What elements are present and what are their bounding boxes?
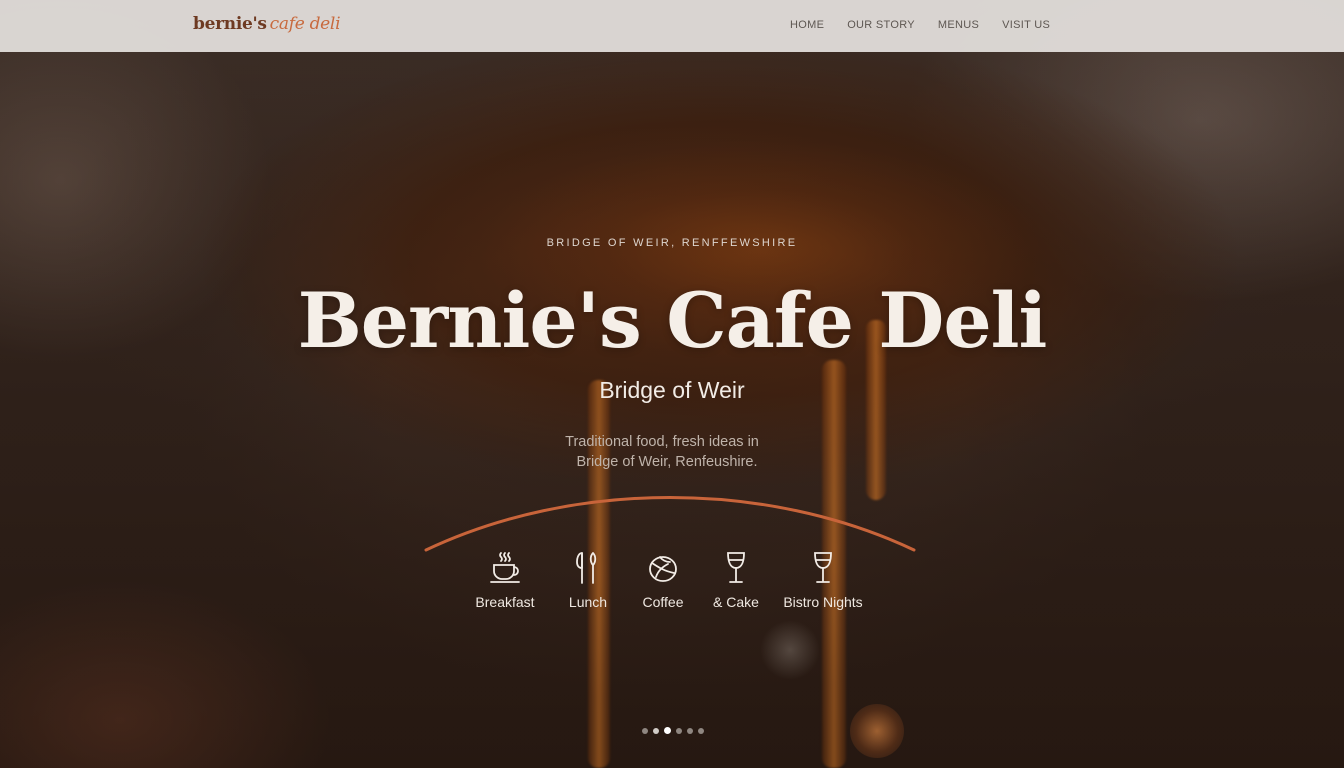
decorative-arc xyxy=(424,496,916,552)
carousel-dot[interactable] xyxy=(687,727,693,734)
carousel-dot[interactable] xyxy=(698,727,704,734)
carousel-dots xyxy=(642,727,704,734)
service-breakfast[interactable]: Breakfast xyxy=(465,550,545,610)
service-coffee-label: Coffee xyxy=(642,594,684,610)
wine-glass-icon xyxy=(814,552,832,583)
coffee-bean-icon xyxy=(649,556,677,582)
carousel-dot-active[interactable] xyxy=(664,727,671,734)
service-cake[interactable]: & Cake xyxy=(706,550,766,610)
service-bistro-nights-label: Bistro Nights xyxy=(783,594,863,610)
service-coffee[interactable]: Coffee xyxy=(633,550,693,610)
carousel-dot[interactable] xyxy=(653,727,659,734)
service-lunch[interactable]: Lunch xyxy=(558,550,618,610)
hero-title: Bernie's Cafe Deli xyxy=(297,276,1048,365)
carousel-dot[interactable] xyxy=(642,727,648,734)
hero-location-eyebrow: BRIDGE OF WEIR, RENFFEWSHIRE xyxy=(546,237,798,249)
service-cake-label: & Cake xyxy=(713,594,759,610)
carousel-dot[interactable] xyxy=(676,727,682,734)
tagline-line-2: Bridge of Weir, Renfeushire. xyxy=(576,454,758,470)
wine-glass-icon xyxy=(727,552,745,583)
hero-section: BRIDGE OF WEIR, RENFFEWSHIRE Bernie's Ca… xyxy=(0,0,1344,768)
cutlery-icon xyxy=(576,552,597,584)
services-list: Breakfast Lunch Coffee & Cake Bistro Nig… xyxy=(0,550,1344,620)
hero-tagline: Traditional food, fresh ideas in Bridge … xyxy=(0,432,1344,472)
coffee-cup-icon xyxy=(490,552,520,583)
service-breakfast-label: Breakfast xyxy=(475,594,535,610)
hero-subtitle: Bridge of Weir xyxy=(599,377,745,403)
service-lunch-label: Lunch xyxy=(568,594,608,610)
tagline-line-1: Traditional food, fresh ideas in xyxy=(565,434,759,450)
service-bistro-nights[interactable]: Bistro Nights xyxy=(778,550,868,610)
